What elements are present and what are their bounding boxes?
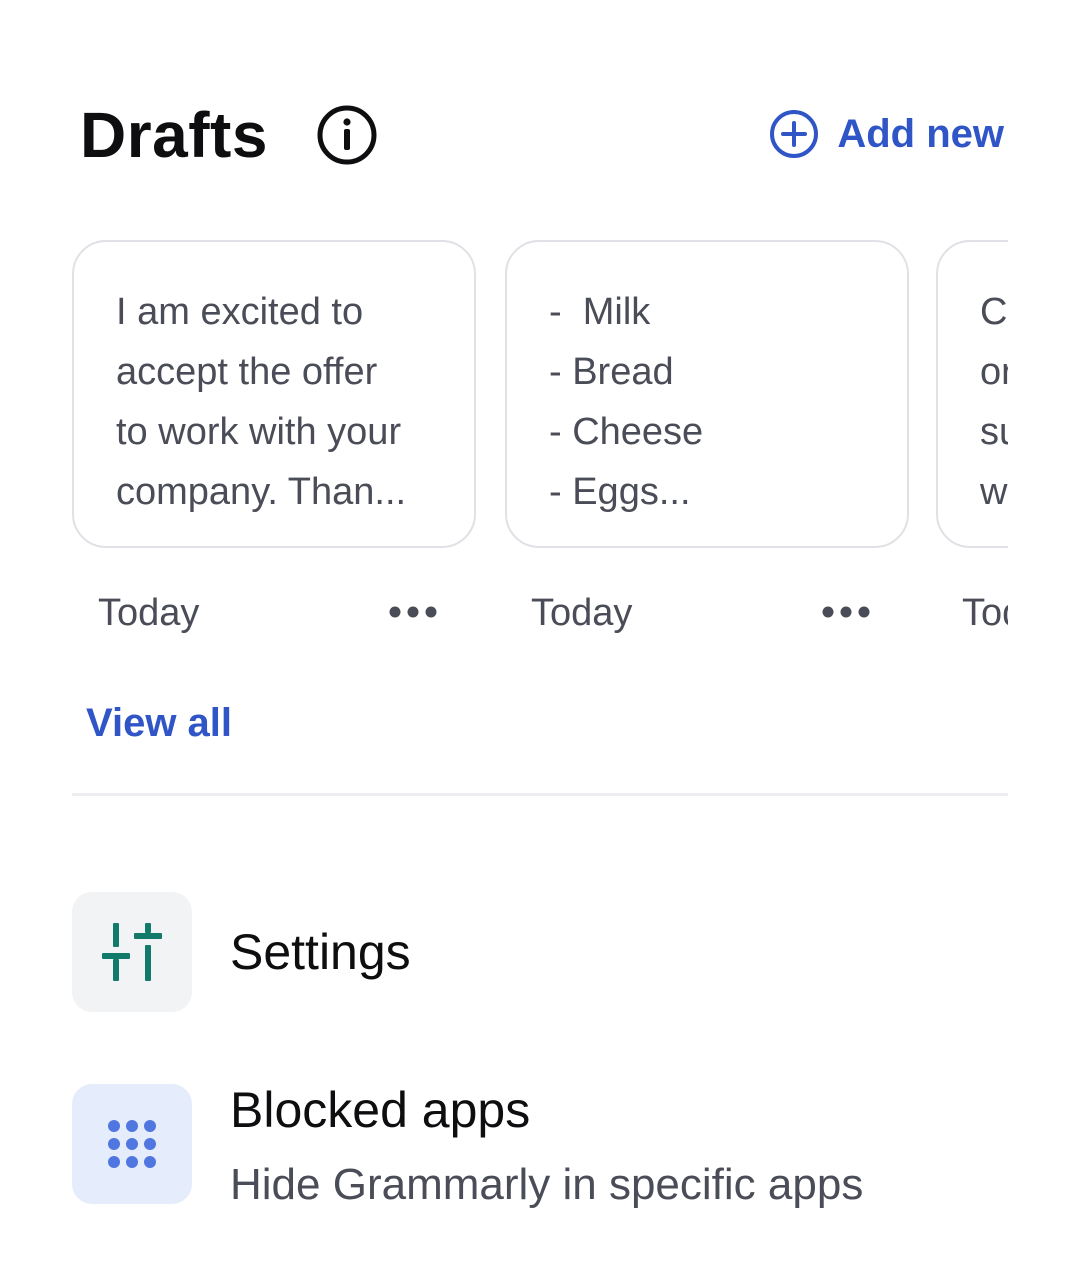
page-title: Drafts [80,99,268,171]
drafts-header: Drafts Add new [0,0,1080,200]
settings-label: Settings [230,924,411,980]
draft-card[interactable]: I am excited to accept the offer to work… [72,240,476,548]
blocked-apps-row[interactable]: Blocked apps Hide Grammarly in specific … [72,1082,1008,1214]
info-icon[interactable] [316,104,378,166]
view-all-link[interactable]: View all [86,698,232,748]
more-horizontal-icon[interactable] [388,602,438,622]
add-new-label: Add new [837,112,1004,156]
blocked-apps-description: Hide Grammarly in specific apps [230,1160,864,1209]
draft-date: Today [962,592,1008,634]
draft-preview: Cc or su wi [980,291,1008,513]
draft-card[interactable]: - Milk - Bread - Cheese - Eggs... [505,240,909,548]
section-divider [72,793,1008,796]
draft-footer: Today [98,588,438,638]
draft-preview: I am excited to accept the offer to work… [116,291,407,513]
draft-footer: Today [962,588,1008,638]
draft-footer: Today [531,588,871,638]
draft-preview: - Milk - Bread - Cheese - Eggs... [549,291,704,513]
grid-dots-icon [108,1120,156,1168]
settings-row[interactable]: Settings [72,892,1008,1012]
draft-card[interactable]: Cc or su wi [936,240,1008,548]
add-new-button[interactable]: Add new [769,108,1004,160]
drafts-carousel[interactable]: I am excited to accept the offer to work… [72,240,1008,660]
draft-date: Today [531,592,633,634]
blocked-apps-icon-box [72,1084,192,1204]
blocked-apps-label: Blocked apps [230,1082,531,1138]
draft-date: Today [98,592,200,634]
plus-circle-icon [770,110,819,158]
sliders-icon [102,923,162,981]
settings-icon-box [72,892,192,1012]
more-horizontal-icon[interactable] [821,602,871,622]
